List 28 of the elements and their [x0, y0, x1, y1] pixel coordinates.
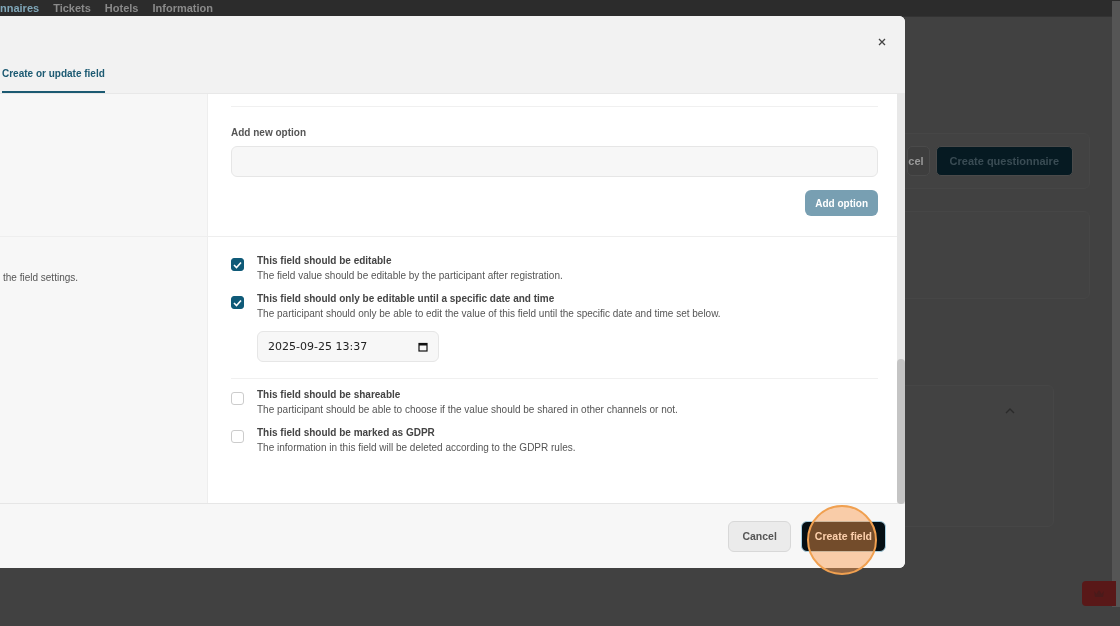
setting-description: The participant should be able to choose if the value should be shared in other channels or not. [257, 404, 678, 415]
footer-button[interactable]: Cancel [728, 520, 791, 552]
background-button[interactable]: cel [907, 146, 930, 176]
nav-item[interactable]: Tickets [53, 2, 91, 14]
setting-title: This field should be shareable [257, 389, 402, 400]
setting-description: The information in this field will be deleted according to the GDPR rules. [257, 442, 576, 453]
add-option-button[interactable]: Add option [805, 190, 878, 216]
footer-button[interactable]: Create field [800, 520, 886, 552]
setting-title: This field should be marked as GDPR [257, 427, 436, 438]
nav-item[interactable]: Information [152, 2, 213, 14]
checkbox[interactable] [231, 258, 244, 271]
option-input-field[interactable] [231, 146, 878, 177]
nav-item[interactable]: Hotels [104, 2, 139, 14]
close-icon[interactable] [878, 38, 886, 46]
chevron-up-icon[interactable] [1005, 408, 1015, 414]
setting-description: The field value should be editable by the participant after registration. [257, 270, 563, 281]
date-time-field[interactable]: 2025-09-25 13:37 [257, 331, 439, 362]
checkbox[interactable] [231, 296, 244, 309]
calendar-icon[interactable] [418, 341, 428, 352]
section-description: the field settings. [3, 272, 80, 283]
field-label: Add new option [231, 127, 307, 138]
scrollbar[interactable] [897, 94, 905, 503]
scrollbar[interactable] [1112, 1, 1120, 607]
setting-title: This field should be editable [257, 255, 393, 266]
nav-item[interactable]: nnaires [0, 2, 40, 14]
setting-description: The participant should only be able to edit the value of this field until the specific date and time set below. [257, 308, 721, 319]
crown-button[interactable] [1082, 581, 1116, 606]
setting-title: This field should only be editable until a specific date and time [257, 293, 556, 304]
